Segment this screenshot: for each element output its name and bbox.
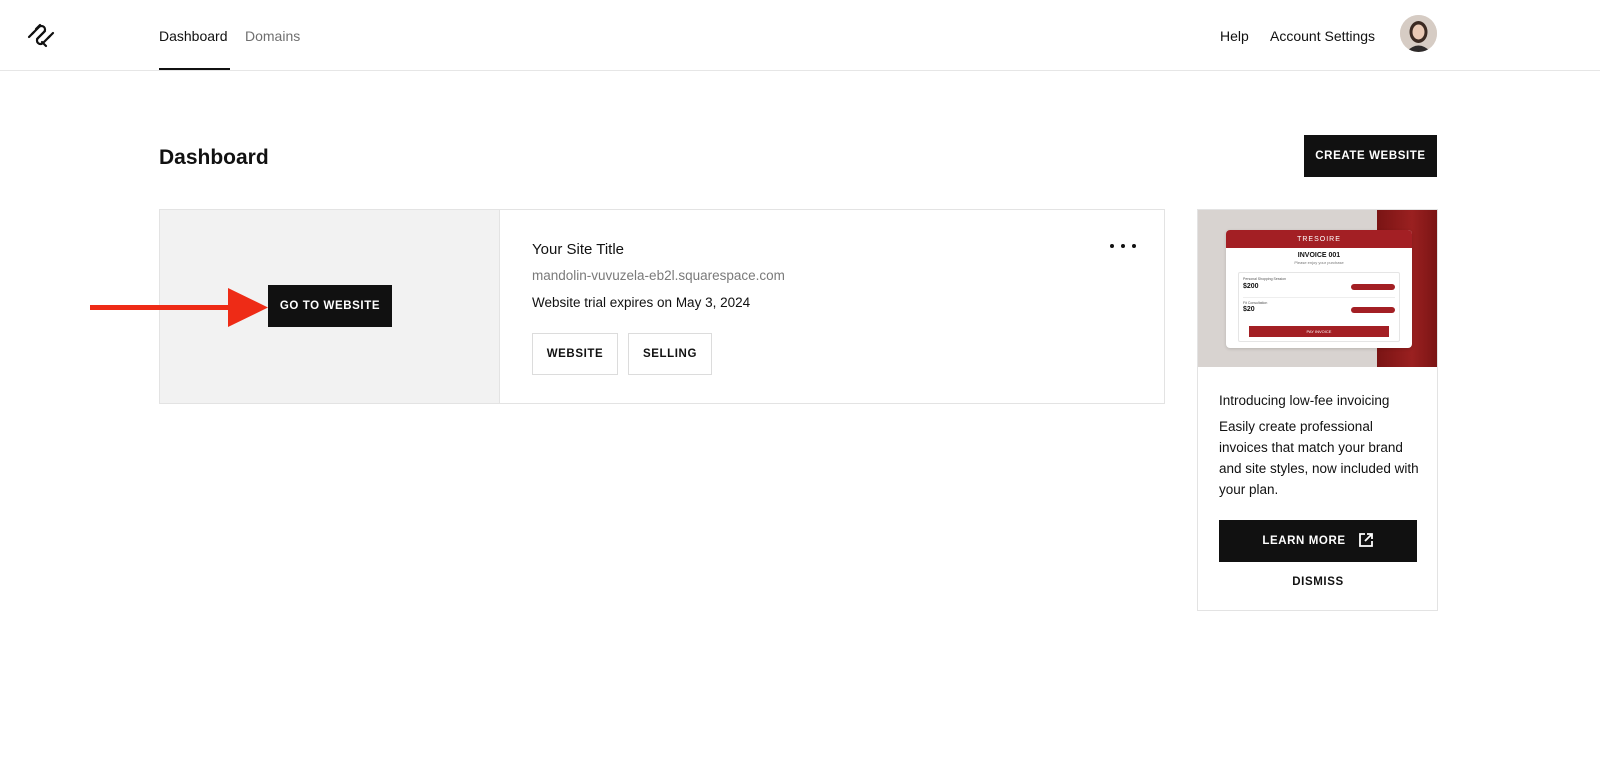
invoice-lines: Personal Shopping Session $200 Fit Consu… — [1238, 272, 1400, 342]
tab-domains[interactable]: Domains — [245, 27, 300, 45]
site-card: GO TO WEBSITE Your Site Title mandolin-v… — [159, 209, 1165, 404]
invoice-status-pill — [1351, 307, 1395, 313]
site-title[interactable]: Your Site Title — [532, 240, 624, 260]
invoice-brand: TRESOIRE — [1226, 230, 1412, 248]
page-title: Dashboard — [159, 146, 269, 169]
top-navigation-bar: Dashboard Domains Help Account Settings — [0, 0, 1600, 71]
invoice-subtitle: Please enjoy your purchase — [1294, 260, 1344, 265]
user-avatar[interactable] — [1400, 15, 1437, 52]
promo-body: Easily create professional invoices that… — [1219, 419, 1419, 497]
trial-expiry-text: Website trial expires on May 3, 2024 — [532, 295, 751, 310]
create-website-button[interactable]: CREATE WEBSITE — [1304, 135, 1437, 177]
dismiss-button[interactable]: DISMISS — [1219, 576, 1417, 594]
learn-more-button[interactable]: LEARN MORE — [1219, 520, 1417, 562]
invoice-line-amount: $20 — [1243, 306, 1255, 313]
learn-more-label: LEARN MORE — [1262, 535, 1346, 547]
invoice-status-pill — [1351, 284, 1395, 290]
website-button[interactable]: WEBSITE — [532, 333, 618, 375]
external-link-icon — [1358, 532, 1374, 551]
promo-heading: Introducing low-fee invoicing — [1219, 393, 1390, 408]
active-tab-indicator — [159, 68, 230, 70]
more-dot — [1132, 244, 1136, 248]
invoice-divider — [1243, 297, 1395, 298]
more-dot — [1110, 244, 1114, 248]
tab-dashboard[interactable]: Dashboard — [159, 27, 228, 45]
promo-image: TRESOIRE INVOICE 001 Please enjoy your p… — [1198, 210, 1437, 367]
invoice-title: INVOICE 001 — [1297, 252, 1341, 259]
invoice-preview: TRESOIRE INVOICE 001 Please enjoy your p… — [1226, 230, 1412, 348]
invoicing-promo-card: TRESOIRE INVOICE 001 Please enjoy your p… — [1197, 209, 1438, 611]
site-url: mandolin-vuvuzela-eb2l.squarespace.com — [532, 268, 785, 283]
invoice-line-label: Personal Shopping Session — [1243, 277, 1287, 281]
go-to-website-button[interactable]: GO TO WEBSITE — [268, 285, 392, 327]
help-link[interactable]: Help — [1220, 27, 1249, 45]
more-horizontal-icon[interactable] — [1110, 238, 1136, 254]
invoice-pay-button: PAY INVOICE — [1249, 326, 1389, 337]
invoice-line-label: Fit Consultation — [1243, 301, 1268, 305]
more-dot — [1121, 244, 1125, 248]
selling-button[interactable]: SELLING — [628, 333, 712, 375]
squarespace-logo-icon[interactable] — [26, 22, 56, 48]
account-settings-link[interactable]: Account Settings — [1270, 27, 1375, 45]
invoice-line-amount: $200 — [1243, 283, 1259, 290]
red-arrow-annotation — [90, 288, 268, 327]
